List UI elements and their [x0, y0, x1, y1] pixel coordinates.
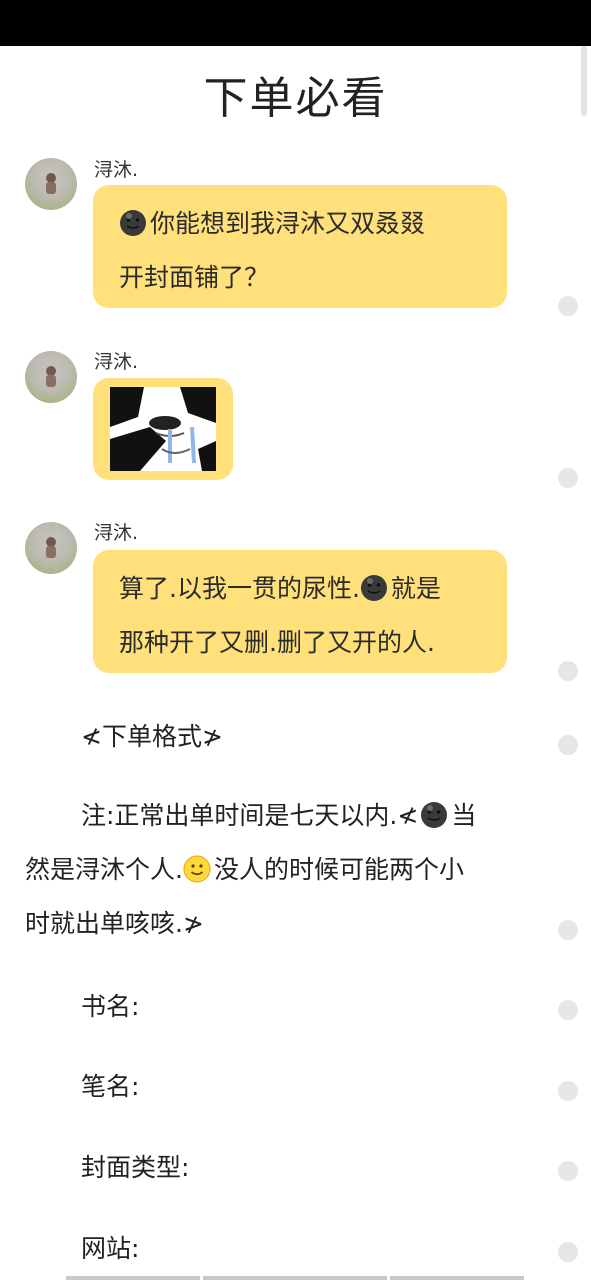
message-text: 你能想到我浔沐又双叒叕 — [150, 209, 426, 238]
message-bubble[interactable]: 算了.以我一贯的尿性. 就是 那种开了又删.删了又开的人. — [93, 550, 507, 673]
slight-smile-icon — [183, 855, 211, 883]
crying-panda-meme-sticker-icon — [110, 387, 216, 471]
message-text: 那种开了又删.删了又开的人. — [119, 628, 435, 657]
sender-name: 浔沐. — [94, 522, 139, 544]
side-dot — [558, 920, 578, 940]
character-figure-icon — [46, 537, 56, 558]
avatar[interactable] — [25, 351, 77, 403]
note-text: 注:正常出单时间是七天以内.≮ — [81, 801, 419, 830]
side-dot — [558, 1161, 578, 1181]
sender-name: 浔沐. — [94, 351, 139, 373]
bottom-bar-segment — [66, 1276, 200, 1280]
character-figure-icon — [46, 366, 56, 387]
field-pen-name: 笔名: — [81, 1072, 140, 1101]
message-text: 就是 — [390, 574, 441, 603]
smirk-face-icon — [421, 802, 448, 828]
message-text: 开封面铺了？ — [119, 263, 270, 292]
character-figure-icon — [46, 173, 56, 194]
note-text: 没人的时候可能两个小 — [213, 855, 464, 884]
sender-name: 浔沐. — [94, 159, 139, 181]
page-title: 下单必看 — [203, 73, 388, 124]
note-text: 时就出单咳咳.≯ — [25, 909, 204, 938]
note-text: 然是浔沐个人. — [25, 855, 183, 884]
side-dot — [558, 468, 578, 488]
side-dot — [558, 1242, 578, 1262]
avatar[interactable] — [25, 158, 77, 210]
bottom-bar-segment — [390, 1276, 524, 1280]
order-note: 注:正常出单时间是七天以内.≮ 当 然是浔沐个人. 没人的时候可能两个小 时就出… — [25, 789, 525, 951]
message-text: 算了.以我一贯的尿性. — [119, 574, 360, 603]
side-dot — [558, 1000, 578, 1020]
smirk-face-icon — [120, 210, 146, 236]
avatar[interactable] — [25, 522, 77, 574]
sticker-bubble[interactable] — [93, 378, 233, 480]
side-dot — [558, 1081, 578, 1101]
format-heading: ≮下单格式≯ — [81, 722, 223, 751]
field-book-name: 书名: — [81, 992, 140, 1021]
field-cover-type: 封面类型: — [81, 1153, 190, 1182]
smirk-face-icon — [360, 575, 387, 601]
field-website: 网站: — [81, 1234, 140, 1263]
note-text: 当 — [451, 801, 477, 830]
status-bar — [0, 0, 591, 46]
side-dot — [558, 661, 578, 681]
side-dot — [558, 735, 578, 755]
bottom-bar-segment — [203, 1276, 387, 1280]
message-bubble[interactable]: 你能想到我浔沐又双叒叕 开封面铺了？ — [93, 185, 507, 308]
side-dot — [558, 296, 578, 316]
